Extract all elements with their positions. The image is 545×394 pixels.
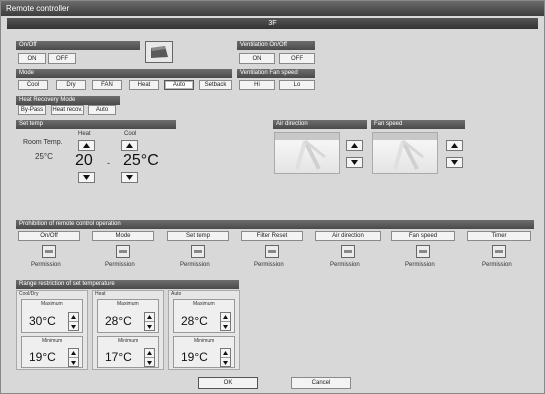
cool-label: Cool [124,131,137,137]
heat-recovery-header: Heat Recovery Mode [16,96,120,105]
prohibit-settemp-button[interactable]: Set temp [167,231,229,241]
range-heat-max-value: 28°C [105,314,132,328]
prohibit-onoff-button[interactable]: On/Off [18,231,80,241]
range-cooldry-title: Cool/Dry [19,291,39,297]
vent-on-button[interactable]: ON [239,53,275,64]
window-title: Remote controller [1,1,544,16]
permission-toggle-icon[interactable] [42,245,56,258]
onoff-header: On/Off [16,41,140,50]
cool-setpoint: 25°C [123,152,159,169]
heat-recovery-auto-button[interactable]: Auto [88,105,116,115]
prohibit-air-direction-button[interactable]: Air direction [315,231,381,241]
heat-label: Heat [78,131,91,137]
cool-down-arrow[interactable] [121,172,138,183]
range-heat-title: Heat [95,291,106,297]
mode-fan-button[interactable]: FAN [92,80,122,90]
prohibit-air-direction-status: Permission [330,262,360,268]
permission-toggle-icon[interactable] [492,245,506,258]
prohibit-settemp-status: Permission [180,262,210,268]
remote-controller-window: Remote controller 3F On/Off ON OFF Venti… [0,0,545,394]
vent-fan-lo-button[interactable]: Lo [279,80,315,90]
permission-toggle-icon[interactable] [265,245,279,258]
range-heat-min-label: Minimum [118,338,139,344]
prohibit-timer-button[interactable]: Timer [467,231,531,241]
permission-toggle-icon[interactable] [116,245,130,258]
mode-dry-button[interactable]: Dry [56,80,86,90]
settemp-header: Set temp [16,120,176,129]
range-cooldry-max-label: Maximum [41,301,63,307]
prohibit-filter-reset-status: Permission [254,262,284,268]
prohibit-fan-speed-button[interactable]: Fan speed [391,231,455,241]
off-button[interactable]: OFF [48,53,76,64]
room-temp-value: 25°C [35,152,53,161]
air-direction-up-arrow[interactable] [346,140,363,151]
vent-off-button[interactable]: OFF [279,53,315,64]
heat-down-arrow[interactable] [78,172,95,183]
prohibit-mode-button[interactable]: Mode [92,231,154,241]
prohibit-timer-status: Permission [482,262,512,268]
mode-setback-button[interactable]: Setback [199,80,232,90]
unit-status-icon [145,41,173,63]
prohibit-onoff-status: Permission [31,262,61,268]
range-cooldry-max-spinner[interactable] [68,312,79,331]
heat-setpoint: 20 [75,152,93,169]
prohibition-header: Prohibition of remote control operation [16,220,534,229]
mode-auto-button[interactable]: Auto [164,80,194,90]
vent-fan-hi-button[interactable]: Hi [239,80,275,90]
cancel-button[interactable]: Cancel [291,377,351,389]
prohibit-filter-reset-button[interactable]: Filter Reset [241,231,303,241]
range-auto-max-value: 28°C [181,314,208,328]
air-direction-image [274,132,340,174]
on-button[interactable]: ON [18,53,46,64]
ok-button[interactable]: OK [198,377,258,389]
setpoint-separator: - [107,158,110,168]
range-cooldry-min-value: 19°C [29,350,56,364]
unit-name-bar: 3F [7,18,538,29]
range-cooldry-min-label: Minimum [42,338,63,344]
heat-recovery-button[interactable]: Heat recov. [51,105,84,115]
range-auto-title: Auto [171,291,182,297]
range-auto-min-spinner[interactable] [220,348,231,367]
vent-fan-header: Ventilation Fan speed [237,69,315,78]
room-temp-label: Room Temp. [23,139,63,146]
vent-onoff-header: Ventilation On/Off [237,41,315,50]
prohibit-mode-status: Permission [105,262,135,268]
permission-toggle-icon[interactable] [191,245,205,258]
range-auto-max-spinner[interactable] [220,312,231,331]
cool-up-arrow[interactable] [121,140,138,151]
range-heat-min-spinner[interactable] [144,348,155,367]
heat-up-arrow[interactable] [78,140,95,151]
fan-speed-header: Fan speed [371,120,465,129]
range-heat-max-label: Maximum [117,301,139,307]
range-heat-min-value: 17°C [105,350,132,364]
mode-cool-button[interactable]: Cool [18,80,48,90]
air-direction-header: Air direction [273,120,367,129]
fan-speed-image [372,132,438,174]
mode-header: Mode [16,69,232,78]
range-cooldry-min-spinner[interactable] [68,348,79,367]
range-auto-min-value: 19°C [181,350,208,364]
range-restriction-header: Range restriction of set temperature [16,280,239,289]
range-cooldry-max-value: 30°C [29,314,56,328]
permission-toggle-icon[interactable] [416,245,430,258]
bypass-button[interactable]: By-Pass [18,105,46,115]
prohibit-fan-speed-status: Permission [405,262,435,268]
air-direction-down-arrow[interactable] [346,157,363,168]
range-auto-min-label: Minimum [194,338,215,344]
permission-toggle-icon[interactable] [341,245,355,258]
mode-heat-button[interactable]: Heat [129,80,159,90]
range-auto-max-label: Maximum [193,301,215,307]
fan-speed-down-arrow[interactable] [446,157,463,168]
fan-speed-up-arrow[interactable] [446,140,463,151]
range-heat-max-spinner[interactable] [144,312,155,331]
